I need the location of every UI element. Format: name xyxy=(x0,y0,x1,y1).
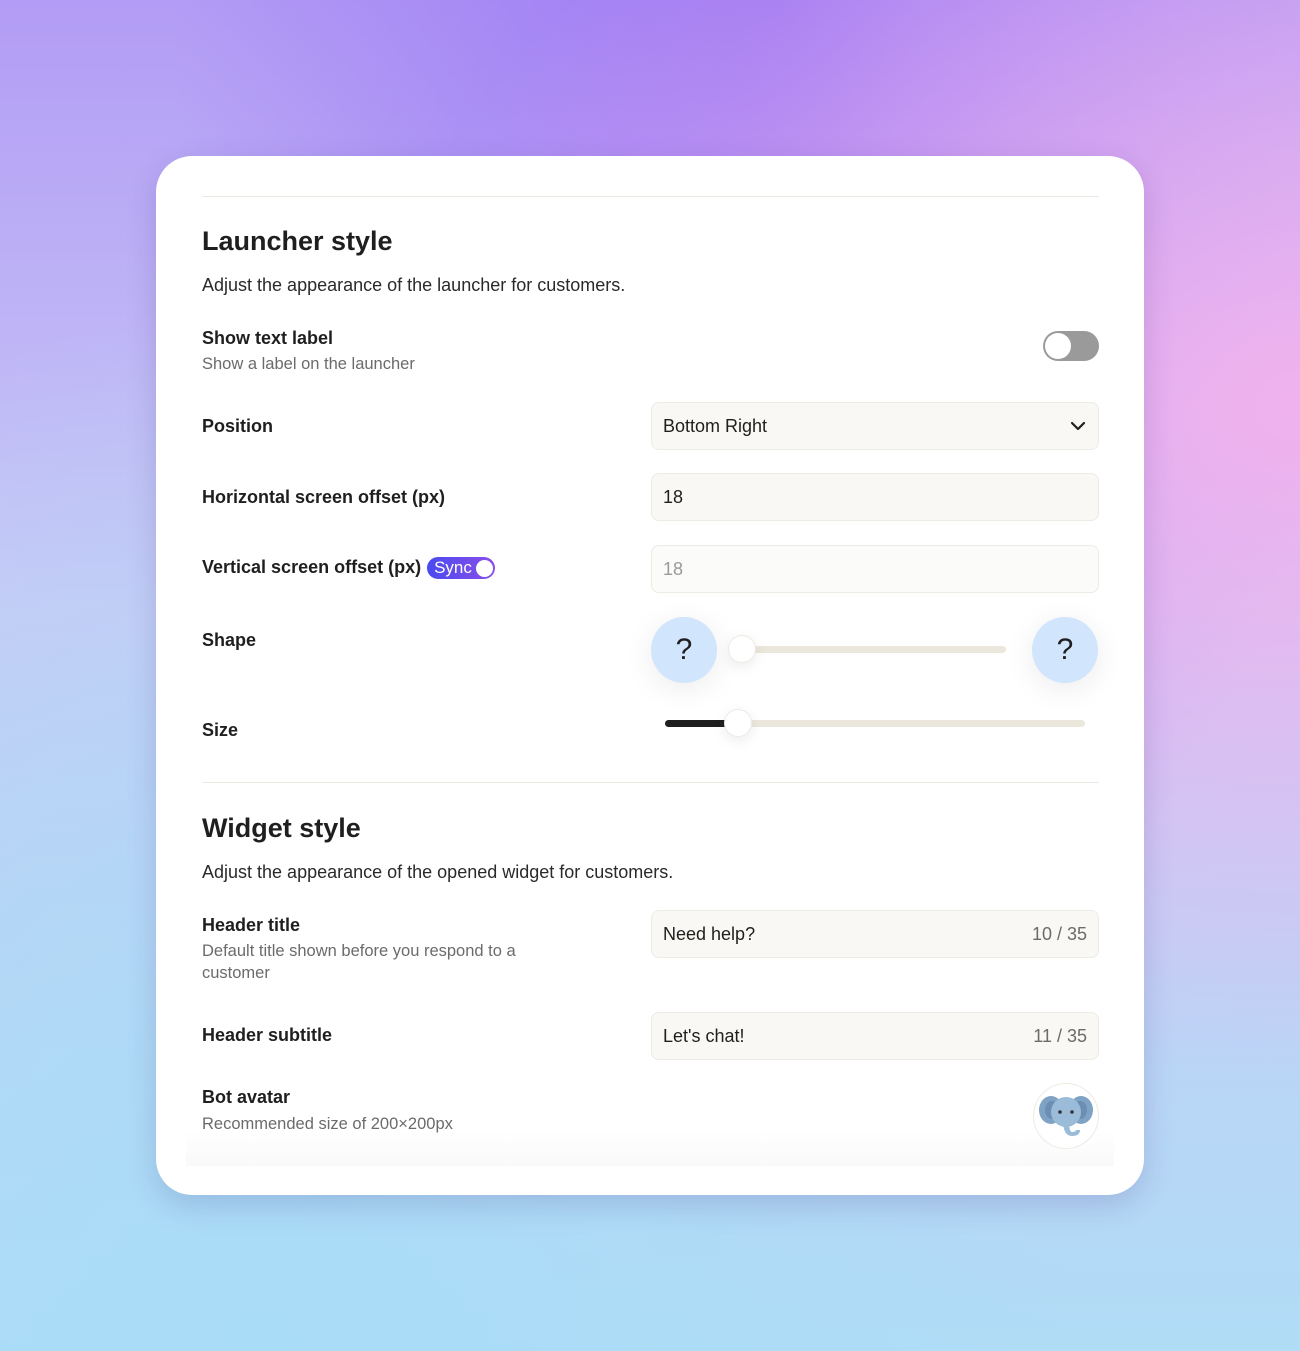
sync-label: Sync xyxy=(434,558,472,578)
sync-knob xyxy=(475,559,493,577)
show-text-label-sublabel: Show a label on the launcher xyxy=(202,355,415,373)
launcher-style-heading: Launcher style xyxy=(202,226,393,256)
bot-avatar-button[interactable] xyxy=(1033,1083,1099,1149)
header-subtitle-label: Header subtitle xyxy=(202,1025,333,1045)
elephant-avatar-icon xyxy=(1039,1096,1093,1136)
header-title-label: Header title xyxy=(202,915,301,935)
shape-square-preview-icon: ? xyxy=(651,617,717,683)
vertical-offset-input: 18 xyxy=(651,545,1099,593)
horizontal-offset-value: 18 xyxy=(663,486,684,507)
shape-round-preview-icon: ? xyxy=(1032,617,1098,683)
divider xyxy=(202,196,1099,197)
horizontal-offset-label: Horizontal screen offset (px) xyxy=(202,487,446,507)
header-title-counter: 10 / 35 xyxy=(1031,923,1087,944)
size-label: Size xyxy=(202,720,239,740)
sync-toggle[interactable]: Sync xyxy=(427,557,495,580)
header-title-sublabel: Default title shown before you respond t… xyxy=(202,942,516,982)
settings-card: Launcher style Adjust the appearance of … xyxy=(156,156,1144,1195)
position-select[interactable]: Bottom Right xyxy=(651,402,1099,450)
header-title-input[interactable]: Need help? 10 / 35 xyxy=(651,910,1099,958)
vertical-offset-row: Vertical screen offset (px) Sync xyxy=(202,557,495,580)
vertical-offset-value: 18 xyxy=(663,558,684,579)
scroll-fade xyxy=(186,1131,1114,1166)
size-slider[interactable] xyxy=(665,709,1085,737)
bot-avatar-label: Bot avatar xyxy=(202,1087,291,1107)
chevron-down-icon xyxy=(1070,421,1086,431)
header-title-value: Need help? xyxy=(663,923,756,944)
position-label: Position xyxy=(202,416,273,436)
launcher-style-description: Adjust the appearance of the launcher fo… xyxy=(202,275,626,295)
position-value: Bottom Right xyxy=(663,415,768,436)
widget-style-heading: Widget style xyxy=(202,813,361,843)
shape-slider-thumb[interactable] xyxy=(728,635,756,663)
shape-label: Shape xyxy=(202,630,257,650)
shape-slider[interactable] xyxy=(728,635,1006,663)
show-text-label-toggle[interactable] xyxy=(1043,331,1099,361)
divider xyxy=(202,782,1099,783)
header-subtitle-input[interactable]: Let's chat! 11 / 35 xyxy=(651,1012,1099,1060)
horizontal-offset-input[interactable]: 18 xyxy=(651,473,1099,521)
vertical-offset-label: Vertical screen offset (px) xyxy=(202,557,422,577)
size-slider-thumb[interactable] xyxy=(723,709,752,737)
header-subtitle-value: Let's chat! xyxy=(663,1025,745,1046)
header-subtitle-counter: 11 / 35 xyxy=(1033,1025,1087,1046)
widget-style-description: Adjust the appearance of the opened widg… xyxy=(202,862,674,882)
show-text-label-label: Show text label xyxy=(202,328,334,348)
